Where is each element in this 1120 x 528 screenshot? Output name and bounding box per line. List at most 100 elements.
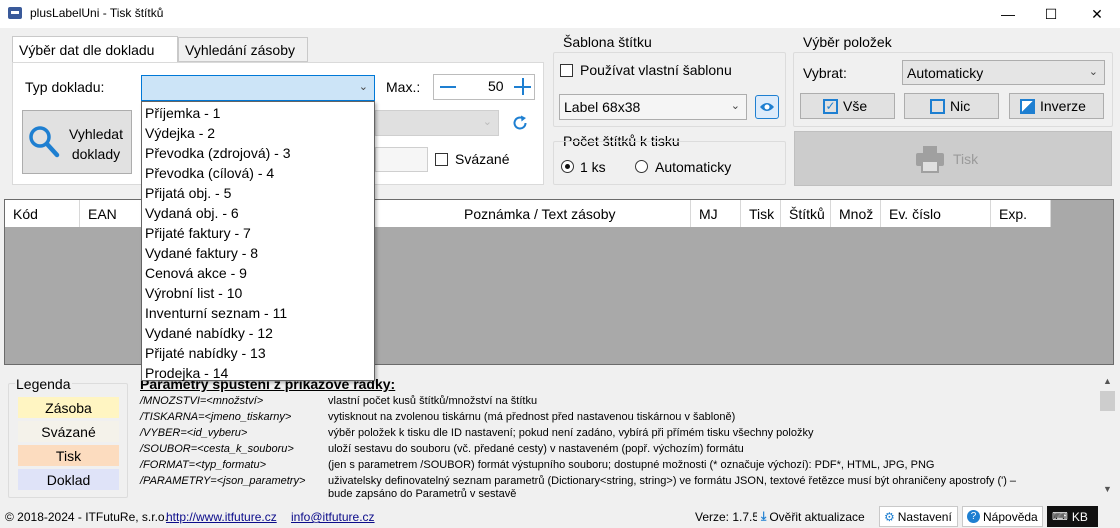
column-header-quantity[interactable]: Množ [831, 200, 881, 227]
settings-button[interactable]: ⚙ Nastavení [879, 506, 958, 527]
minimize-button[interactable]: — [985, 0, 1031, 28]
dropdown-option[interactable]: Přijaté nabídky - 13 [145, 343, 266, 363]
email-link[interactable]: info@itfuture.cz [291, 510, 375, 524]
bound-checkbox[interactable] [435, 153, 448, 166]
select-all-button[interactable]: ✓ Vše [800, 93, 895, 119]
param-description: uloží sestavu do souboru (vč. předané ce… [328, 443, 744, 455]
keyboard-button[interactable]: ⌨ KB [1047, 506, 1098, 527]
dropdown-option[interactable]: Výdejka - 2 [145, 123, 215, 143]
doc-type-dropdown-list[interactable]: Příjemka - 1 Výdejka - 2 Převodka (zdroj… [141, 101, 375, 381]
search-label-line1: Vyhledat [69, 126, 123, 142]
dropdown-option[interactable]: Převodka (zdrojová) - 3 [145, 143, 291, 163]
help-icon: ? [967, 510, 980, 523]
refresh-icon[interactable] [511, 114, 529, 132]
param-name: /VYBER=<id_vyberu> [140, 427, 248, 439]
param-name: /MNOZSTVI=<množství> [140, 395, 264, 407]
dropdown-option[interactable]: Prodejka - 14 [145, 363, 228, 383]
document-select[interactable]: ⌄ [375, 110, 499, 136]
chevron-down-icon: ⌄ [1088, 66, 1098, 78]
tab-document-data[interactable]: Výběr dat dle dokladu [12, 36, 178, 63]
legend-title: Legenda [15, 376, 72, 392]
column-header-evidence-number[interactable]: Ev. číslo [881, 200, 991, 227]
legend-document: Doklad [18, 469, 119, 490]
dropdown-option[interactable]: Inventurní seznam - 11 [145, 303, 287, 323]
minus-icon[interactable] [440, 86, 456, 88]
template-value: Label 68x38 [564, 99, 641, 115]
param-description: (jen s parametrem /SOUBOR) formát výstup… [328, 459, 935, 471]
count-1ks-radio[interactable] [561, 160, 574, 173]
param-description: vytisknout na zvolenou tiskárnu (má před… [328, 411, 736, 423]
dropdown-option[interactable]: Vydaná obj. - 6 [145, 203, 239, 223]
scroll-down-icon[interactable]: ▼ [1103, 484, 1112, 494]
app-icon [8, 7, 22, 19]
maximize-button[interactable]: ☐ [1028, 0, 1074, 28]
search-documents-label: Vyhledat doklady [63, 124, 129, 164]
close-button[interactable]: ✕ [1074, 0, 1120, 28]
dropdown-option[interactable]: Převodka (cílová) - 4 [145, 163, 274, 183]
count-auto-radio[interactable] [635, 160, 648, 173]
column-header-code[interactable]: Kód [5, 200, 80, 227]
legend-bound: Svázané [18, 421, 119, 442]
select-none-button[interactable]: Nic [904, 93, 999, 119]
selection-mode-value: Automaticky [907, 65, 984, 81]
max-stepper[interactable]: 50 [433, 74, 535, 100]
params-scrollbar[interactable]: ▲ ▼ [1099, 374, 1116, 497]
column-header-expiration[interactable]: Exp. [991, 200, 1051, 227]
printer-icon [916, 146, 944, 173]
settings-label: Nastavení [897, 509, 952, 524]
keyboard-icon: ⌨ [1052, 511, 1068, 523]
print-button[interactable]: Tisk [794, 131, 1112, 186]
template-group-title: Šablona štítku [563, 34, 652, 50]
check-updates-label: Ověřit aktualizace [769, 509, 865, 524]
search-documents-button[interactable]: Vyhledat doklady [22, 110, 132, 174]
count-auto-label: Automaticky [655, 159, 732, 175]
version-text: Verze: 1.7.5 [695, 510, 760, 524]
checkbox-invert-icon [1020, 99, 1035, 114]
dropdown-option[interactable]: Příjemka - 1 [145, 103, 220, 123]
dropdown-option[interactable]: Vydané nabídky - 12 [145, 323, 273, 343]
website-link[interactable]: http://www.itfuture.cz [166, 510, 277, 524]
legend-print: Tisk [18, 445, 119, 466]
selection-group-title: Výběr položek [803, 34, 892, 50]
search-label-line2: doklady [71, 146, 121, 162]
use-own-template-checkbox[interactable] [560, 64, 573, 77]
param-description: uživatelsky definovatelný seznam paramet… [328, 475, 1017, 487]
column-header-print[interactable]: Tisk [741, 200, 781, 227]
select-all-label: Vše [843, 98, 868, 114]
download-icon: ⤓ [761, 509, 767, 523]
chevron-down-icon: ⌄ [730, 100, 740, 112]
param-name: /PARAMETRY=<json_parametry> [140, 475, 306, 487]
dropdown-option[interactable]: Cenová akce - 9 [145, 263, 247, 283]
column-header-labels[interactable]: Štítků [781, 200, 831, 227]
print-label: Tisk [953, 151, 979, 167]
document-number-field[interactable] [375, 147, 428, 172]
check-updates-button[interactable]: ⤓ Ověřit aktualizace [757, 506, 875, 527]
tab-stock-search[interactable]: Vyhledání zásoby [178, 37, 308, 62]
chevron-down-icon: ⌄ [358, 81, 368, 93]
column-header-note[interactable]: Poznámka / Text zásoby [456, 200, 691, 227]
doc-type-select[interactable]: ⌄ [141, 75, 375, 101]
gear-icon: ⚙ [884, 509, 895, 524]
plus-icon[interactable] [514, 78, 532, 96]
selection-mode-select[interactable]: Automaticky ⌄ [902, 60, 1105, 85]
copyright-text: © 2018-2024 - ITFutuRe, s.r.o. [5, 510, 168, 524]
dropdown-option[interactable]: Přijaté faktury - 7 [145, 223, 251, 243]
max-label: Max.: [386, 79, 421, 95]
help-button[interactable]: ? Nápověda [962, 506, 1043, 527]
column-header-unit[interactable]: MJ [691, 200, 741, 227]
checkbox-empty-icon [930, 99, 945, 114]
doc-type-label: Typ dokladu: [25, 79, 105, 95]
invert-selection-button[interactable]: Inverze [1009, 93, 1104, 119]
search-icon [29, 126, 60, 158]
dropdown-option[interactable]: Výrobní list - 10 [145, 283, 242, 303]
select-label: Vybrat: [803, 65, 847, 81]
column-header-ean[interactable]: EAN [80, 200, 142, 227]
dropdown-option[interactable]: Vydané faktury - 8 [145, 243, 258, 263]
bound-label: Svázané [455, 151, 510, 167]
scroll-up-icon[interactable]: ▲ [1103, 376, 1112, 386]
dropdown-option[interactable]: Přijatá obj. - 5 [145, 183, 231, 203]
preview-template-button[interactable] [755, 95, 779, 119]
param-name: /FORMAT=<typ_formatu> [140, 459, 267, 471]
scroll-thumb[interactable] [1100, 391, 1115, 411]
template-select[interactable]: Label 68x38 ⌄ [559, 94, 747, 120]
